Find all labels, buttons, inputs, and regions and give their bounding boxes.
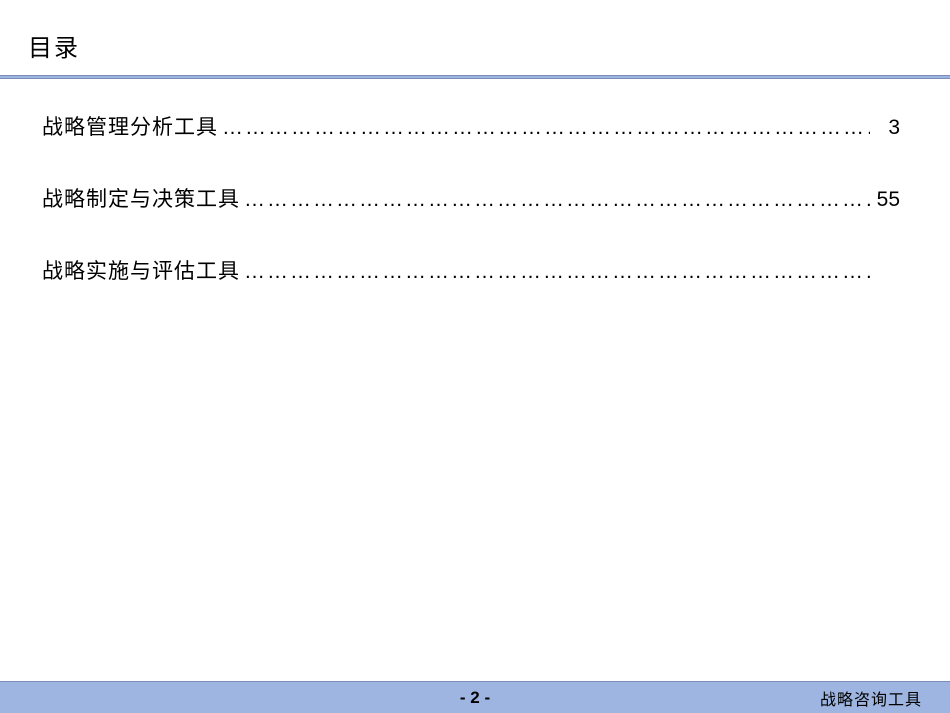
toc-entry-label: 战略实施与评估工具 <box>42 255 240 285</box>
page-number: - 2 - <box>460 688 490 708</box>
toc-content: 战略管理分析工具 …………………………………………………………………………………… <box>0 79 950 285</box>
footer-bar: - 2 - 战略咨询工具 <box>0 681 950 713</box>
toc-entry-dots: …………………………………………………………………………………… <box>240 260 870 284</box>
toc-entry-label: 战略制定与决策工具 <box>42 183 240 213</box>
toc-entry-page: 55 <box>870 188 900 212</box>
toc-entry-dots: …………………………………………………………………………………… <box>240 188 870 212</box>
footer-text: 战略咨询工具 <box>820 686 922 710</box>
toc-entry-dots: …………………………………………………………………………………… <box>218 116 870 140</box>
page-title: 目录 <box>28 28 950 63</box>
toc-entry: 战略管理分析工具 …………………………………………………………………………………… <box>42 111 900 141</box>
header: 目录 <box>0 0 950 63</box>
toc-entry-page: 3 <box>870 116 900 140</box>
toc-entry: 战略实施与评估工具 ………………………………………………………………………………… <box>42 255 900 285</box>
toc-entry: 战略制定与决策工具 ………………………………………………………………………………… <box>42 183 900 213</box>
toc-entry-label: 战略管理分析工具 <box>42 111 218 141</box>
